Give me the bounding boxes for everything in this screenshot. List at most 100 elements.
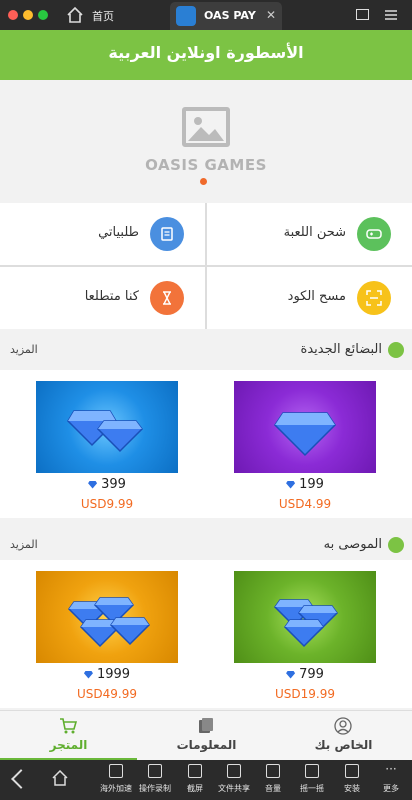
recommended-list: 799 USD19.99 1999 USD49.99 bbox=[0, 560, 412, 708]
product-card[interactable]: 199 USD4.99 bbox=[234, 381, 376, 511]
install-apk-button[interactable]: 安装 bbox=[334, 764, 370, 794]
info-icon bbox=[199, 718, 213, 733]
cart-icon bbox=[60, 718, 77, 734]
app-tab-title: OAS PAY bbox=[204, 9, 256, 22]
scan-icon bbox=[357, 281, 391, 315]
banner-carousel[interactable]: OASIS GAMES bbox=[0, 80, 412, 198]
nav-store-label: المتجر bbox=[49, 738, 88, 752]
more-link[interactable]: المزيد bbox=[10, 538, 38, 551]
home-tab-icon[interactable] bbox=[66, 6, 84, 24]
section-title: البضائع الجديدة bbox=[300, 342, 382, 357]
user-icon bbox=[334, 717, 352, 735]
file-share-button[interactable]: 文件共享 bbox=[216, 764, 252, 794]
banner-logo: OASIS GAMES bbox=[145, 156, 267, 174]
section-title: الموصى به bbox=[323, 537, 382, 552]
carousel-indicator bbox=[200, 178, 207, 185]
recommended-header: الموصى به المزيد bbox=[0, 525, 412, 565]
my-orders-button[interactable]: طلبياتي bbox=[0, 203, 205, 265]
game-recharge-label: شحن اللعبة bbox=[283, 225, 346, 240]
bottom-nav: الخاص بك المعلومات المتجر bbox=[0, 710, 412, 761]
diamond-pack-image bbox=[234, 381, 376, 473]
volume-button[interactable]: 音量 bbox=[255, 764, 291, 794]
tool-label: 海外加速 bbox=[100, 784, 132, 793]
minimize-window-button[interactable] bbox=[23, 10, 33, 20]
new-badge-icon bbox=[388, 342, 404, 358]
gem-icon bbox=[88, 480, 98, 489]
gamepad-icon bbox=[357, 217, 391, 251]
product-price: USD9.99 bbox=[80, 497, 134, 511]
tool-label: 更多 bbox=[383, 784, 399, 793]
gem-amount: 399 bbox=[36, 477, 178, 492]
tool-label: 操作录制 bbox=[139, 784, 171, 793]
orders-icon bbox=[150, 217, 184, 251]
emulator-titlebar: 首页 OAS PAY ✕ bbox=[0, 0, 412, 30]
more-icon: ··· bbox=[385, 762, 397, 776]
nav-store[interactable]: المتجر bbox=[0, 711, 137, 761]
app-tab[interactable]: OAS PAY ✕ bbox=[170, 2, 282, 30]
more-link[interactable]: المزيد bbox=[10, 343, 38, 356]
gem-icon bbox=[286, 480, 296, 489]
scan-code-button[interactable]: مسح الكود bbox=[207, 267, 412, 329]
coming-soon-button[interactable]: كنا متطلعا bbox=[0, 267, 205, 329]
gem-amount: 199 bbox=[234, 477, 376, 492]
crop-icon bbox=[188, 764, 202, 778]
hourglass-icon bbox=[150, 281, 184, 315]
mail-icon[interactable] bbox=[356, 9, 369, 20]
overseas-boost-button[interactable]: 海外加速 bbox=[98, 764, 134, 794]
gem-amount: 799 bbox=[234, 667, 376, 682]
diamond-pack-image bbox=[36, 381, 178, 473]
product-price: USD19.99 bbox=[275, 687, 335, 701]
close-tab-icon[interactable]: ✕ bbox=[266, 8, 276, 22]
menu-grid: شحن اللعبة طلبياتي مسح الكود كنا متطلعا bbox=[0, 203, 412, 329]
product-price: USD4.99 bbox=[278, 497, 332, 511]
close-window-button[interactable] bbox=[8, 10, 18, 20]
image-placeholder-icon bbox=[182, 107, 230, 147]
new-products-header: البضائع الجديدة المزيد bbox=[0, 330, 412, 370]
app-header: الأسطورة اونلاين العربية bbox=[0, 30, 412, 80]
gem-count: 399 bbox=[101, 477, 126, 492]
screenshot-button[interactable]: 截屏 bbox=[177, 764, 213, 794]
diamond-pack-image bbox=[234, 571, 376, 663]
page-title: الأسطورة اونلاين العربية bbox=[108, 43, 304, 62]
tool-label: 安装 bbox=[344, 784, 360, 793]
tool-label: 摇一摇 bbox=[300, 784, 324, 793]
tool-label: 音量 bbox=[265, 784, 281, 793]
emulator-toolbar: 海外加速 操作录制 截屏 文件共享 音量 摇一摇 安装 ··· 更多 bbox=[0, 760, 412, 800]
gem-icon bbox=[286, 670, 296, 679]
speaker-icon bbox=[266, 764, 280, 778]
maximize-window-button[interactable] bbox=[38, 10, 48, 20]
product-price: USD49.99 bbox=[77, 687, 137, 701]
scan-code-label: مسح الكود bbox=[287, 289, 346, 304]
gem-count: 799 bbox=[299, 667, 324, 682]
oas-pay-app-icon bbox=[176, 6, 196, 26]
product-card[interactable]: 1999 USD49.99 bbox=[36, 571, 178, 701]
product-card[interactable]: 399 USD9.99 bbox=[36, 381, 178, 511]
gem-count: 1999 bbox=[96, 667, 131, 682]
home-icon[interactable] bbox=[52, 770, 68, 786]
menu-icon[interactable] bbox=[384, 8, 398, 22]
shake-button[interactable]: 摇一摇 bbox=[294, 764, 330, 794]
folder-icon bbox=[227, 764, 241, 778]
nav-profile-label: الخاص بك bbox=[314, 738, 373, 752]
shake-icon bbox=[305, 764, 319, 778]
gem-icon bbox=[83, 670, 93, 679]
recommended-badge-icon bbox=[388, 537, 404, 553]
nav-profile[interactable]: الخاص بك bbox=[275, 711, 412, 761]
record-icon bbox=[148, 764, 162, 778]
gem-amount: 1999 bbox=[36, 667, 178, 682]
game-recharge-button[interactable]: شحن اللعبة bbox=[207, 203, 412, 265]
coming-soon-label: كنا متطلعا bbox=[84, 289, 139, 304]
nav-info[interactable]: المعلومات bbox=[138, 711, 275, 761]
product-card[interactable]: 799 USD19.99 bbox=[234, 571, 376, 701]
diamond-pack-image bbox=[36, 571, 178, 663]
new-products-list: 199 USD4.99 399 USD9.99 bbox=[0, 370, 412, 518]
tool-label: 文件共享 bbox=[218, 784, 250, 793]
record-button[interactable]: 操作录制 bbox=[137, 764, 173, 794]
gem-count: 199 bbox=[299, 477, 324, 492]
apk-icon bbox=[345, 764, 359, 778]
back-icon[interactable] bbox=[11, 769, 31, 789]
more-button[interactable]: ··· 更多 bbox=[373, 762, 409, 794]
home-tab-label[interactable]: 首页 bbox=[92, 8, 114, 24]
nav-info-label: المعلومات bbox=[176, 738, 237, 752]
tool-label: 截屏 bbox=[187, 784, 203, 793]
